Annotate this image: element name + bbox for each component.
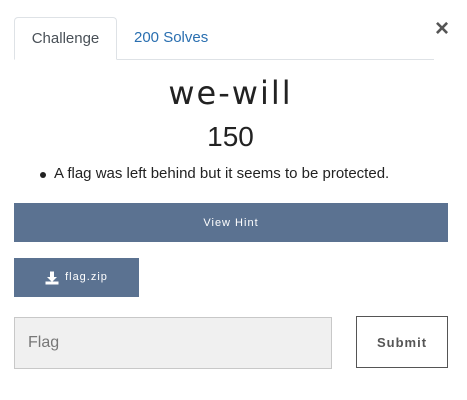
flag-input[interactable] — [14, 317, 332, 369]
file-name: flag.zip — [65, 271, 108, 283]
close-icon[interactable]: × — [435, 16, 449, 42]
submit-button[interactable]: Submit — [356, 316, 448, 368]
file-download-button[interactable]: flag.zip — [14, 258, 139, 297]
challenge-description: A flag was left behind but it seems to b… — [40, 165, 389, 182]
challenge-tabs: Challenge 200 Solves — [14, 17, 434, 60]
challenge-modal: Challenge 200 Solves × we-will 150 A fla… — [0, 0, 467, 400]
description-text: A flag was left behind but it seems to b… — [54, 165, 390, 182]
download-icon — [45, 271, 59, 284]
description-item: A flag was left behind but it seems to b… — [40, 165, 389, 182]
challenge-name: we-will — [168, 74, 293, 112]
bullet-icon — [40, 172, 46, 178]
view-hint-button[interactable]: View Hint — [14, 203, 448, 242]
tab-challenge[interactable]: Challenge — [14, 17, 117, 60]
tab-solves[interactable]: 200 Solves — [118, 17, 224, 59]
challenge-points: 150 — [207, 121, 254, 152]
